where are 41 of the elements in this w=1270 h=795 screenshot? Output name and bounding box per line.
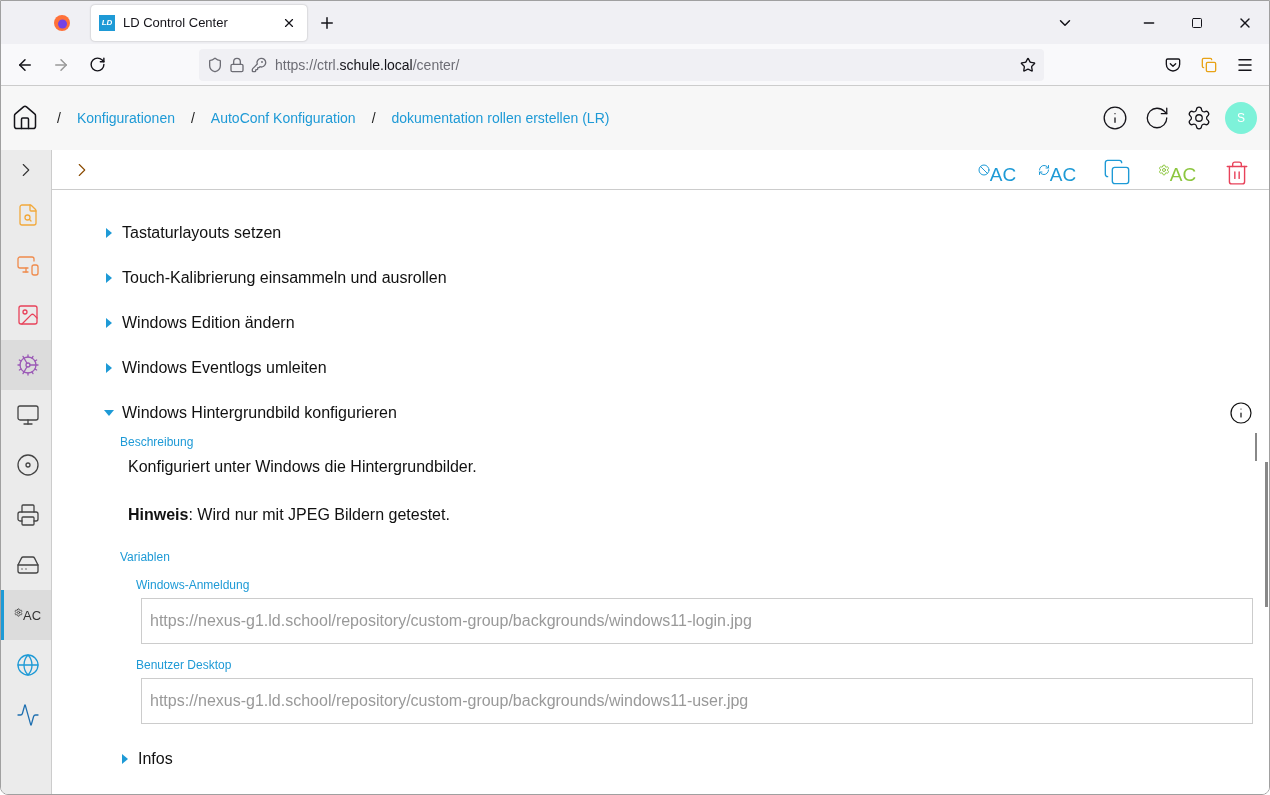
section-header[interactable]: Touch-Kalibrierung einsammeln und ausrollen: [104, 255, 1253, 300]
tab-title: LD Control Center: [123, 15, 229, 30]
section-header[interactable]: Windows Hintergrundbild konfigurieren: [104, 390, 1253, 435]
section-header[interactable]: Tastaturlayouts setzen: [104, 210, 1253, 255]
field-label: Windows-Anmeldung: [136, 578, 251, 592]
address-bar[interactable]: https://ctrl.schule.local/center/: [199, 48, 1044, 81]
disc-icon: [15, 453, 40, 477]
description-label: Beschreibung: [120, 435, 195, 449]
info-icon[interactable]: [1229, 400, 1253, 425]
star-icon[interactable]: [1020, 56, 1036, 73]
image-icon: [15, 303, 40, 327]
gear-icon: [1157, 163, 1170, 176]
section-header[interactable]: Windows Edition ändern: [104, 300, 1253, 345]
gear-icon: [15, 353, 40, 377]
refresh-icon: [1037, 163, 1050, 176]
section-header[interactable]: Windows Eventlogs umleiten: [104, 345, 1253, 390]
sidebar-item[interactable]: AC: [1, 590, 51, 640]
field-label: Benutzer Desktop: [136, 658, 233, 672]
monitor-icon: [15, 403, 40, 427]
gear-icon: [13, 607, 23, 617]
globe-icon: [15, 653, 40, 677]
lock-icon: [229, 56, 245, 73]
prohibited-icon: [977, 163, 990, 176]
breadcrumb-separator: /: [190, 110, 195, 126]
breadcrumb-separator: /: [371, 110, 376, 126]
variables-label: Variablen: [120, 550, 171, 564]
shield-icon: [207, 56, 223, 73]
note-text: Hinweis: Wird nur mit JPEG Bildern getestet.: [128, 506, 451, 524]
sidebar-item[interactable]: [1, 340, 51, 390]
firefox-icon: [53, 13, 71, 32]
section-header[interactable]: Infos: [104, 736, 1253, 781]
devices-icon: [15, 253, 40, 277]
key-icon: [251, 56, 267, 73]
browser-tab[interactable]: LD LD Control Center: [91, 4, 307, 41]
drive-icon: [15, 553, 40, 577]
url-text: https://ctrl.schule.local/center/: [275, 56, 461, 73]
printer-icon: [15, 503, 40, 527]
description-text: Konfiguriert unter Windows die Hintergrundbilder.: [128, 458, 478, 476]
breadcrumb-separator: /: [57, 110, 61, 126]
app-logo: LD: [99, 14, 115, 31]
pulse-icon: [15, 703, 40, 727]
